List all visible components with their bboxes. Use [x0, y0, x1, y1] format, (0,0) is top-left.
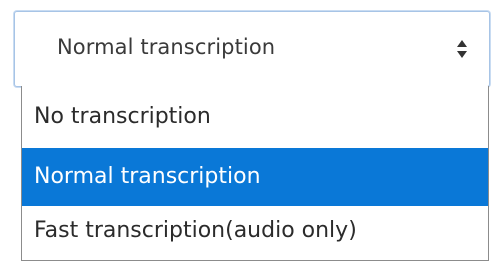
up-down-sort-icon — [457, 40, 467, 58]
option-normal-transcription[interactable]: Normal transcription — [22, 148, 488, 206]
option-no-transcription[interactable]: No transcription — [22, 88, 488, 146]
select-current-value: Normal transcription — [57, 35, 276, 59]
transcription-options-list: No transcription Normal transcription Fa… — [21, 86, 489, 261]
transcription-select[interactable]: Normal transcription — [14, 11, 490, 87]
transcription-select-screen: Normal transcription No transcription No… — [0, 0, 504, 268]
option-fast-transcription[interactable]: Fast transcription(audio only) — [22, 202, 488, 260]
